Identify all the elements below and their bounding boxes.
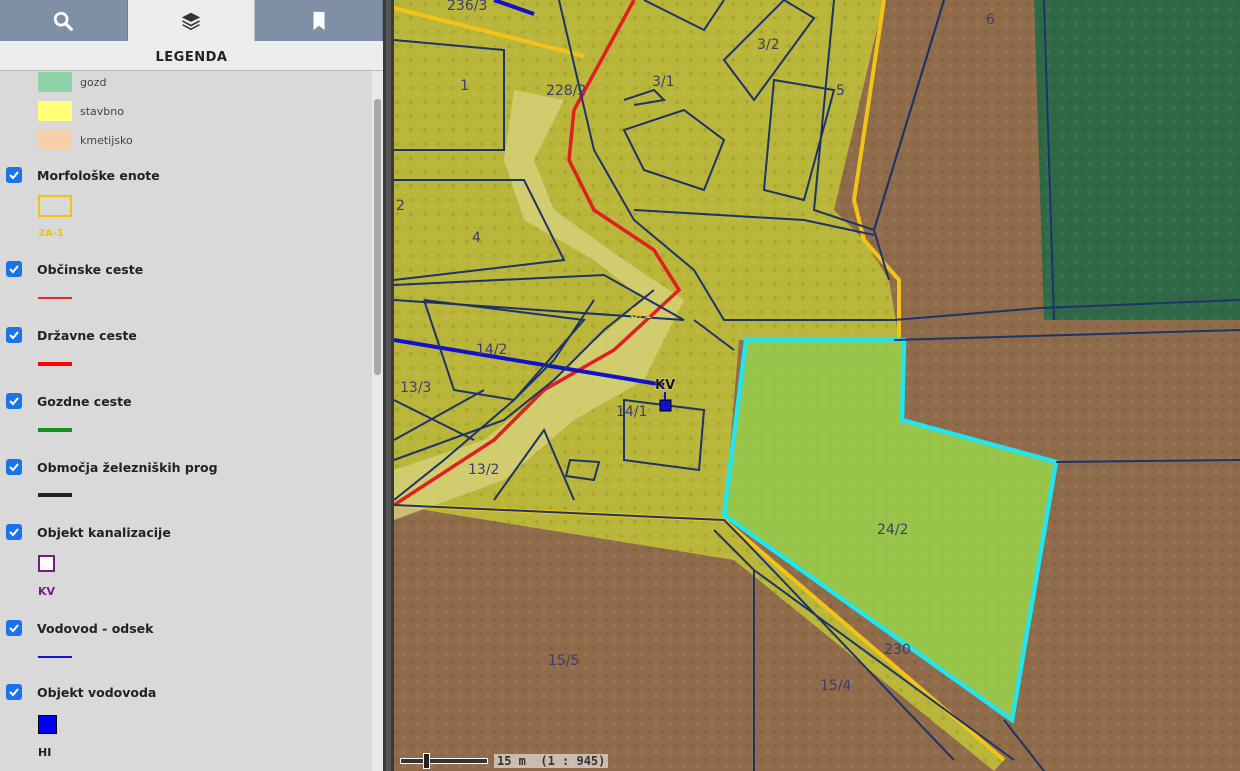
layer-checkbox[interactable] <box>6 327 22 343</box>
parcel-label: 15/4 <box>820 678 852 694</box>
layer-checkbox[interactable] <box>6 684 22 700</box>
map-view[interactable]: KV 236/3 6 3/2 228/2 3/1 5 1 2 4 8/1 14/… <box>394 0 1240 771</box>
layer-checkbox[interactable] <box>6 393 22 409</box>
parcel-label: 2 <box>396 198 405 214</box>
parcel-label: 5 <box>836 83 845 99</box>
layer-drzavne-ceste[interactable]: Državne ceste <box>6 327 137 343</box>
legend-swatch-stavbno: stavbno <box>38 101 124 121</box>
sewer-object-label: KV <box>655 378 675 393</box>
panel-splitter[interactable] <box>383 0 394 771</box>
checkmark-icon <box>9 463 19 472</box>
checkmark-icon <box>9 397 19 406</box>
parcel-label: 14/1 <box>616 404 647 420</box>
scrollbar-thumb[interactable] <box>374 99 381 375</box>
tab-layers[interactable] <box>127 0 256 41</box>
layer-zelezniske-proge[interactable]: Območja železniških prog <box>6 459 218 475</box>
tab-bookmarks[interactable] <box>255 0 383 41</box>
legend-swatch-gozd: gozd <box>38 72 106 92</box>
legend-panel: LEGENDA gozd stavbno kmetijsko Morfološk… <box>0 0 383 771</box>
layer-checkbox[interactable] <box>6 459 22 475</box>
parcel-label: 8/1 <box>630 306 653 322</box>
sewer-object-symbol <box>38 555 55 572</box>
map-canvas[interactable]: KV 236/3 6 3/2 228/2 3/1 5 1 2 4 8/1 14/… <box>394 0 1240 771</box>
parcel-label: 4 <box>472 230 481 246</box>
layer-checkbox[interactable] <box>6 167 22 183</box>
water-object-symbol <box>38 715 57 734</box>
municipal-road-symbol <box>38 297 72 299</box>
morphology-symbol-label: 2A-1 <box>38 228 64 239</box>
checkmark-icon <box>9 331 19 340</box>
search-icon <box>54 11 74 31</box>
layer-gozdne-ceste[interactable]: Gozdne ceste <box>6 393 132 409</box>
parcel-label: 228/2 <box>546 83 586 99</box>
tab-search[interactable] <box>0 0 128 41</box>
legend-title: LEGENDA <box>0 41 383 71</box>
checkmark-icon <box>9 688 19 697</box>
legend-swatch-kmetijsko: kmetijsko <box>38 130 133 150</box>
parcel-label: 230 <box>884 642 911 658</box>
checkmark-icon <box>9 171 19 180</box>
state-road-symbol <box>38 362 72 366</box>
swatch-color <box>38 72 72 92</box>
sewer-object-symbol-label: KV <box>38 585 56 598</box>
parcel-label: 236/3 <box>447 0 487 14</box>
morphology-symbol <box>38 195 72 217</box>
panel-tabs <box>0 0 383 41</box>
forest-road-symbol <box>38 428 72 432</box>
layer-objekt-kanalizacije[interactable]: Objekt kanalizacije <box>6 524 171 540</box>
bookmark-icon <box>313 11 325 30</box>
legend-list: gozd stavbno kmetijsko Morfološke enote … <box>0 71 372 771</box>
layer-morfoloske-enote[interactable]: Morfološke enote <box>6 167 160 183</box>
layer-checkbox[interactable] <box>6 261 22 277</box>
parcel-label: 13/2 <box>468 462 499 478</box>
swatch-color <box>38 101 72 121</box>
layer-checkbox[interactable] <box>6 620 22 636</box>
water-object-symbol-label: HI <box>38 746 52 759</box>
legend-scrollbar[interactable] <box>372 71 383 771</box>
checkmark-icon <box>9 265 19 274</box>
water-pipe-symbol <box>38 656 72 658</box>
parcel-label: 1 <box>460 78 469 94</box>
parcel-label: 13/3 <box>400 380 431 396</box>
parcel-label: 3/1 <box>652 74 675 90</box>
scale-text: 15 m (1 : 945) <box>494 754 609 768</box>
checkmark-icon <box>9 624 19 633</box>
layer-obcinske-ceste[interactable]: Občinske ceste <box>6 261 143 277</box>
parcel-label: 15/5 <box>548 653 579 669</box>
layers-icon <box>181 12 201 30</box>
layer-vodovod-odsek[interactable]: Vodovod - odsek <box>6 620 153 636</box>
layer-objekt-vodovoda[interactable]: Objekt vodovoda <box>6 684 156 700</box>
map-scale-bar: 15 m (1 : 945) <box>400 753 609 769</box>
checkmark-icon <box>9 528 19 537</box>
sewer-object-marker[interactable] <box>659 399 672 412</box>
railway-symbol <box>38 493 72 497</box>
parcel-label: 6 <box>986 12 995 28</box>
scale-bar-line <box>400 753 488 769</box>
parcel-label: 3/2 <box>757 37 780 53</box>
parcel-label: 14/2 <box>476 342 507 358</box>
layer-checkbox[interactable] <box>6 524 22 540</box>
parcel-label: 24/2 <box>877 522 908 538</box>
swatch-color <box>38 130 72 150</box>
